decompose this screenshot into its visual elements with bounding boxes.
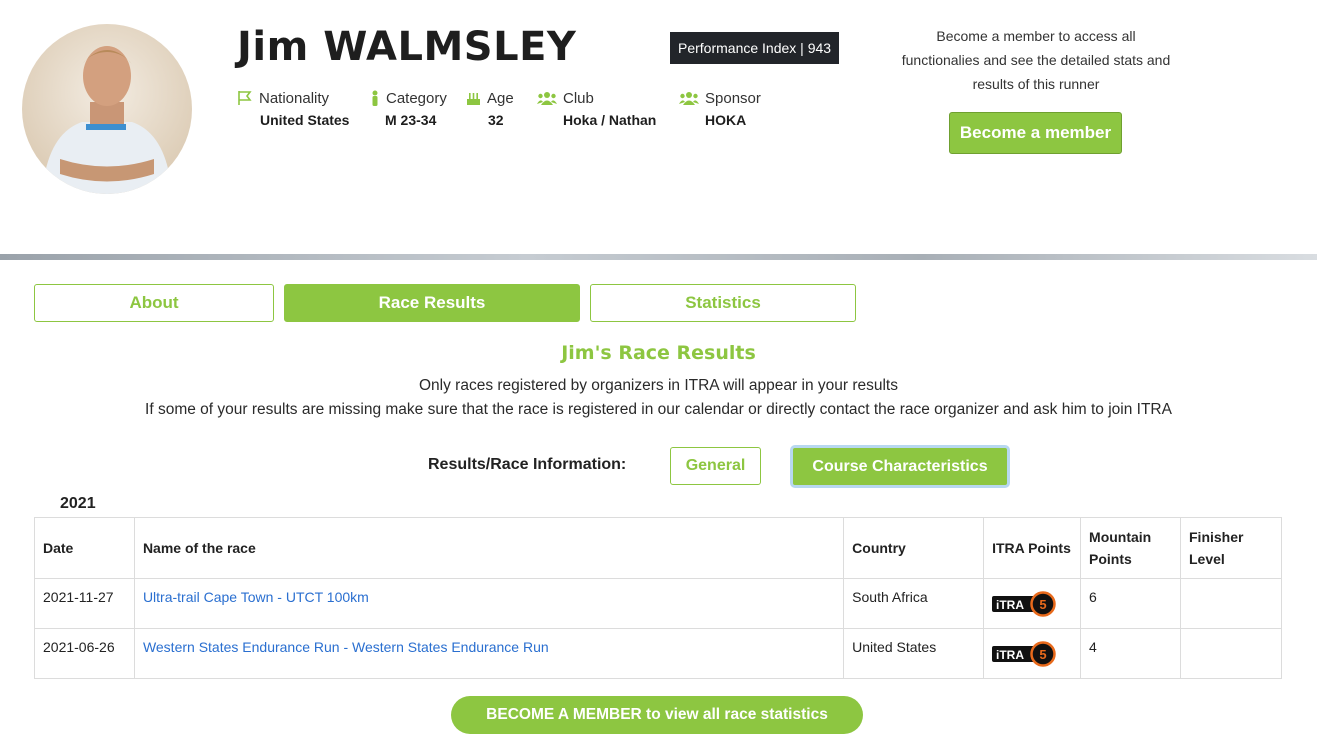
itra-points-value: 5 [1039, 597, 1046, 612]
table-row: 2021-11-27 Ultra-trail Cape Town - UTCT … [34, 578, 1282, 629]
banner-divider [0, 254, 1317, 260]
group-icon [679, 92, 699, 105]
race-country: United States [843, 628, 985, 679]
year-heading: 2021 [60, 495, 96, 512]
become-member-cta-button[interactable]: BECOME A MEMBER to view all race statist… [451, 696, 863, 734]
mountain-points: 6 [1080, 578, 1181, 629]
itra-points-header[interactable]: ITRA Points [983, 517, 1082, 579]
cake-icon [467, 93, 480, 105]
performance-index-badge: Performance Index | 943 [670, 32, 840, 64]
finisher-level [1180, 578, 1282, 629]
itra-points-value: 5 [1039, 647, 1046, 662]
nationality-value: United States [260, 112, 350, 128]
filter-label: Results/Race Information: [428, 456, 627, 473]
table-row: 2021-06-26 Western States Endurance Run … [34, 628, 1282, 679]
header-line: Level [1189, 551, 1225, 567]
race-date: 2021-06-26 [34, 628, 135, 679]
table-header-row: Date Name of the race Country ITRA Point… [34, 517, 1282, 579]
membership-line: results of this runner [972, 76, 1100, 92]
race-country: South Africa [843, 578, 985, 629]
sponsor-info: Sponsor HOKA [679, 88, 761, 128]
mountain-points: 4 [1080, 628, 1181, 679]
header-line: Finisher [1189, 529, 1244, 545]
tab-race-results[interactable]: Race Results [284, 284, 580, 322]
runner-avatar [22, 24, 192, 194]
race-name-link[interactable]: Western States Endurance Run - Western S… [133, 628, 845, 679]
person-icon [372, 90, 378, 106]
flag-icon [238, 91, 252, 105]
results-notice: If some of your results are missing make… [145, 401, 1172, 418]
results-notice: Only races registered by organizers in I… [419, 377, 898, 394]
age-label: Age [487, 89, 514, 107]
race-name-link[interactable]: Ultra-trail Cape Town - UTCT 100km [133, 578, 845, 629]
age-info: Age 32 [466, 88, 514, 128]
country-header[interactable]: Country [843, 517, 985, 579]
category-label: Category [386, 89, 447, 107]
course-characteristics-button[interactable]: Course Characteristics [790, 445, 1010, 488]
sponsor-label: Sponsor [705, 89, 761, 107]
club-value: Hoka / Nathan [563, 112, 657, 128]
race-name-header[interactable]: Name of the race [133, 517, 845, 579]
category-info: Category M 23-34 [370, 88, 447, 128]
tab-about[interactable]: About [34, 284, 274, 322]
race-date: 2021-11-27 [34, 578, 135, 629]
become-member-button[interactable]: Become a member [949, 112, 1122, 154]
header-line: Mountain [1089, 529, 1152, 545]
itra-logo-text: iTRA [996, 598, 1024, 612]
itra-points-badge: iTRA 5 [992, 591, 1058, 617]
results-title: Jim's Race Results [561, 342, 756, 364]
club-label: Club [563, 89, 594, 107]
itra-points-cell: iTRA 5 [983, 578, 1082, 629]
club-info: Club Hoka / Nathan [537, 88, 656, 128]
itra-logo-text: iTRA [996, 648, 1024, 662]
group-icon [537, 92, 557, 105]
results-table: Date Name of the race Country ITRA Point… [34, 517, 1282, 679]
sponsor-value: HOKA [705, 112, 747, 128]
nationality-label: Nationality [259, 89, 330, 107]
nationality-info: Nationality United States [237, 88, 349, 128]
mountain-points-header[interactable]: Mountain Points [1080, 517, 1181, 579]
age-value: 32 [488, 112, 504, 128]
category-value: M 23-34 [385, 112, 437, 128]
itra-points-badge: iTRA 5 [992, 641, 1058, 667]
finisher-level-header[interactable]: Finisher Level [1180, 517, 1282, 579]
membership-line: functionalies and see the detailed stats… [901, 52, 1171, 68]
header-line: Points [1089, 551, 1132, 567]
membership-message: Become a member to access all functional… [890, 24, 1182, 96]
membership-line: Become a member to access all [936, 28, 1136, 44]
finisher-level [1180, 628, 1282, 679]
runner-name: Jim WALMSLEY [237, 24, 577, 70]
date-header[interactable]: Date [34, 517, 135, 579]
general-button[interactable]: General [670, 447, 761, 485]
tab-statistics[interactable]: Statistics [590, 284, 856, 322]
itra-points-cell: iTRA 5 [983, 628, 1082, 679]
